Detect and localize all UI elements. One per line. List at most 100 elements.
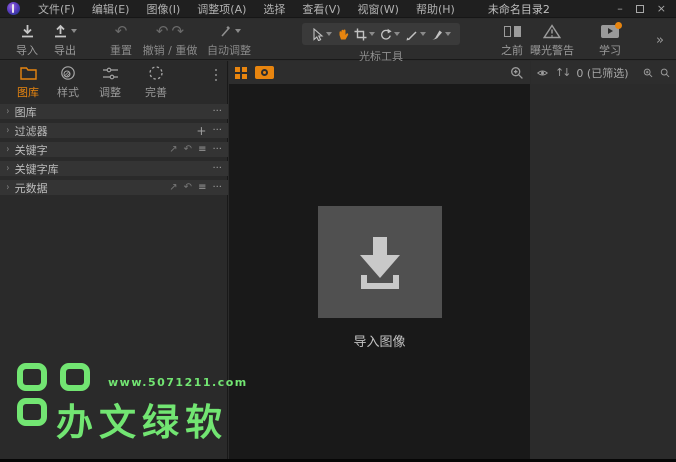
auto-adjust-wand-icon: [218, 24, 232, 38]
camera-view-icon[interactable]: [255, 66, 274, 79]
tab-refine[interactable]: 完善: [136, 64, 176, 100]
more-icon[interactable]: ···: [212, 145, 222, 155]
browser-header: ↑↓ 0 (已筛选): [531, 61, 676, 84]
hand-icon: [336, 28, 349, 41]
pen-icon: [405, 28, 418, 41]
viewer-header: [229, 61, 530, 84]
sliders-icon: [102, 66, 119, 81]
more-icon[interactable]: ···: [212, 183, 222, 193]
auto-adjust-caret[interactable]: [235, 29, 241, 33]
tool-sections: › 图库 ··· › 过滤器 + ··· › 关键字 ↗ ↶: [0, 104, 228, 199]
crop-caret[interactable]: [369, 32, 375, 36]
learn-button[interactable]: 学习: [592, 22, 628, 58]
export-dropdown-caret[interactable]: [71, 29, 77, 33]
import-icon: [8, 22, 46, 40]
zoom-in-icon[interactable]: [510, 66, 524, 80]
undo-redo-buttons[interactable]: ↶ ↷ 撤销 / 重做: [138, 22, 202, 58]
import-button[interactable]: 导入: [8, 22, 46, 58]
learn-play-icon: [601, 25, 619, 38]
search-icon[interactable]: [660, 66, 670, 80]
tool-sidebar: 图库 样式 调整 完善: [0, 61, 228, 462]
pointer-caret[interactable]: [326, 32, 332, 36]
apply-adjustments-icon[interactable]: ↶: [184, 145, 192, 155]
styles-icon: [60, 65, 76, 81]
undo-icon[interactable]: ↶: [156, 24, 169, 38]
brush-caret[interactable]: [445, 32, 451, 36]
section-filters[interactable]: › 过滤器 + ···: [0, 123, 228, 138]
section-keywords[interactable]: › 关键字 ↗ ↶ ≡ ···: [0, 142, 228, 157]
folder-icon: [20, 66, 37, 80]
reset-icon: ↶: [115, 24, 128, 38]
tab-strip-menu-icon[interactable]: [215, 69, 217, 81]
toolbar-overflow-chevron[interactable]: »: [656, 33, 664, 48]
pan-hand-tool[interactable]: [336, 28, 349, 41]
spot-pen-tool[interactable]: [405, 28, 426, 41]
preset-menu-icon[interactable]: ≡: [198, 183, 206, 193]
add-icon[interactable]: +: [196, 125, 206, 137]
cursor-tools-group: [302, 23, 460, 45]
grid-view-icon[interactable]: [235, 67, 247, 79]
more-icon[interactable]: ···: [212, 126, 222, 136]
copy-adjustments-icon[interactable]: ↗: [169, 145, 177, 155]
preset-menu-icon[interactable]: ≡: [198, 145, 206, 155]
section-library[interactable]: › 图库 ···: [0, 104, 228, 119]
viewer-pane: 导入图像: [229, 61, 530, 462]
crop-icon: [354, 28, 367, 41]
rotate-caret[interactable]: [394, 32, 400, 36]
before-after-button[interactable]: 之前: [494, 22, 530, 58]
expand-chevron-icon[interactable]: ›: [6, 182, 9, 193]
export-icon: [53, 24, 68, 39]
auto-adjust-button[interactable]: 自动调整: [202, 22, 256, 58]
import-arrow-icon: [347, 231, 413, 293]
export-button[interactable]: 导出: [43, 22, 87, 58]
titlebar: 文件(F) 编辑(E) 图像(I) 调整项(A) 选择 查看(V) 视窗(W) …: [0, 0, 676, 18]
menu-help[interactable]: 帮助(H): [416, 1, 455, 17]
dashed-circle-icon: [148, 65, 164, 81]
eye-icon[interactable]: [537, 67, 548, 79]
warning-triangle-icon: [543, 24, 561, 39]
tab-library[interactable]: 图库: [8, 64, 48, 100]
rotate-tool[interactable]: [379, 28, 400, 41]
crop-tool[interactable]: [354, 28, 375, 41]
notification-dot: [615, 22, 622, 29]
minimize-button[interactable]: –: [617, 3, 623, 14]
section-keyword-library[interactable]: › 关键字库 ···: [0, 161, 228, 176]
tab-styles[interactable]: 样式: [48, 64, 88, 100]
menu-select[interactable]: 选择: [263, 1, 285, 17]
expand-chevron-icon[interactable]: ›: [6, 144, 9, 155]
menu-file[interactable]: 文件(F): [38, 1, 75, 17]
exposure-warning-button[interactable]: 曝光警告: [527, 22, 577, 58]
image-count-label: 0 (已筛选): [576, 65, 628, 81]
rotate-icon: [379, 28, 392, 41]
import-images-button[interactable]: [318, 206, 442, 318]
main-toolbar: 导入 导出 ↶ 重置 ↶ ↷ 撤销 / 重做 自动调整: [0, 19, 676, 60]
section-metadata[interactable]: › 元数据 ↗ ↶ ≡ ···: [0, 180, 228, 195]
menu-edit[interactable]: 编辑(E): [92, 1, 130, 17]
menu-view[interactable]: 查看(V): [302, 1, 340, 17]
menu-image[interactable]: 图像(I): [146, 1, 180, 17]
menu-window[interactable]: 视窗(W): [358, 1, 399, 17]
expand-chevron-icon[interactable]: ›: [6, 106, 9, 117]
more-icon[interactable]: ···: [212, 107, 222, 117]
redo-icon[interactable]: ↷: [172, 24, 185, 38]
sort-order-icon[interactable]: ↑↓: [555, 66, 569, 79]
capture-one-window: 文件(F) 编辑(E) 图像(I) 调整项(A) 选择 查看(V) 视窗(W) …: [0, 0, 676, 462]
expand-chevron-icon[interactable]: ›: [6, 125, 9, 136]
pointer-icon: [311, 28, 324, 41]
copy-adjustments-icon[interactable]: ↗: [169, 183, 177, 193]
pen-caret[interactable]: [420, 32, 426, 36]
filter-zoom-icon[interactable]: [643, 66, 653, 80]
brush-tool[interactable]: [430, 28, 451, 41]
window-title: 未命名目录2: [488, 1, 550, 17]
close-button[interactable]: ×: [657, 3, 666, 14]
reset-button[interactable]: ↶ 重置: [100, 22, 142, 58]
expand-chevron-icon[interactable]: ›: [6, 163, 9, 174]
tab-adjust[interactable]: 调整: [90, 64, 130, 100]
menubar: 文件(F) 编辑(E) 图像(I) 调整项(A) 选择 查看(V) 视窗(W) …: [38, 1, 455, 17]
menu-adjustments[interactable]: 调整项(A): [197, 1, 246, 17]
maximize-button[interactable]: [636, 5, 644, 13]
apply-adjustments-icon[interactable]: ↶: [184, 183, 192, 193]
more-icon[interactable]: ···: [212, 164, 222, 174]
select-cursor-tool[interactable]: [311, 28, 332, 41]
before-after-icon: [494, 22, 530, 40]
